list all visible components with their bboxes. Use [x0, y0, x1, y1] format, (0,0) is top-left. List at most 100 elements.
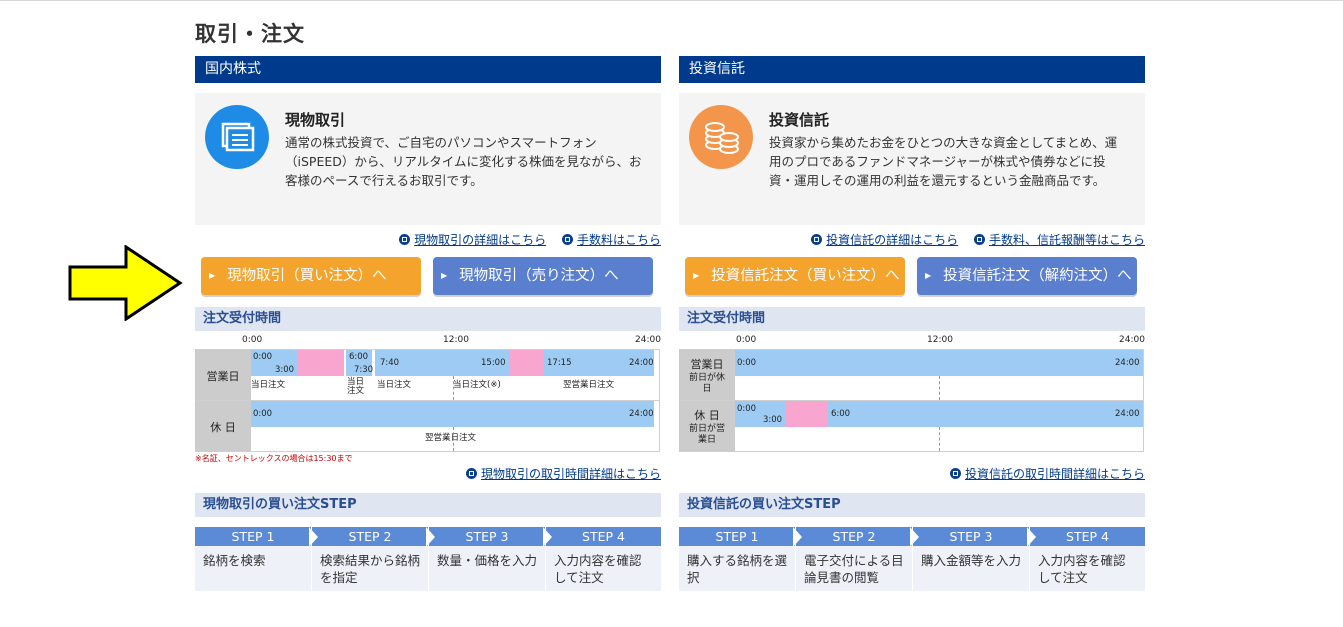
- step-item: STEP 3 数量・価格を入力: [429, 527, 545, 591]
- time-label: 0:00: [737, 358, 757, 368]
- chevron-right-icon: [426, 527, 435, 547]
- fund-fee-link[interactable]: 手数料、信託報酬等はこちら: [973, 233, 1145, 247]
- step-text: 購入する銘柄を選択: [687, 553, 788, 585]
- time-label: 24:00: [629, 358, 654, 368]
- window-icon: [973, 234, 985, 245]
- time-track: 0:00 3:00 6:00 24:00: [735, 401, 1143, 451]
- order-note: 翌営業日注文: [425, 433, 477, 443]
- step-tab: STEP 3: [913, 527, 1029, 546]
- triangle-icon: ▶: [925, 271, 932, 280]
- noon-guide: [453, 427, 454, 451]
- order-window-bar: [251, 401, 654, 427]
- step-tab: STEP 4: [546, 527, 661, 546]
- time-track: 0:00 24:00: [735, 350, 1143, 400]
- hour-axis: 0:00 12:00 24:00: [195, 335, 661, 347]
- fund-detail-link[interactable]: 投資信託の詳細はこちら: [811, 233, 958, 247]
- link-label: 手数料、信託報酬等はこちら: [988, 233, 1145, 247]
- time-label: 24:00: [1115, 358, 1140, 368]
- window-icon: [465, 468, 477, 479]
- time-label: 24:00: [1115, 409, 1140, 419]
- time-label: 0:00: [253, 352, 273, 362]
- stock-sell-button[interactable]: ▶ 現物取引（売り注文）へ: [433, 257, 653, 295]
- info-box: 現物取引 通常の株式投資で、ご自宅のパソコンやスマートフォン（iSPEED）から…: [195, 93, 661, 225]
- order-window-bar: [735, 350, 1143, 376]
- fund-buy-button[interactable]: ▶ 投資信託注文（買い注文）へ: [685, 257, 905, 295]
- step-header: 現物取引の買い注文STEP: [195, 493, 661, 517]
- step-item: STEP 3 購入金額等を入力: [913, 527, 1029, 591]
- row-label: 休 日 前日が営業日: [679, 401, 735, 451]
- hour-label: 24:00: [635, 335, 661, 345]
- triangle-icon: ▶: [441, 271, 448, 280]
- step-tab: STEP 2: [312, 527, 428, 546]
- link-label: 現物取引の詳細はこちら: [414, 233, 547, 247]
- triangle-icon: ▶: [693, 271, 700, 280]
- links-row: 投資信託の詳細はこちら 手数料、信託報酬等はこちら: [679, 231, 1145, 251]
- fund-schedule-link[interactable]: 投資信託の取引時間詳細はこちら: [949, 465, 1145, 482]
- step-item: STEP 2 検索結果から銘柄を指定: [312, 527, 428, 591]
- row-label-text: 休 日: [210, 421, 236, 434]
- investment-trust-column: 投資信託 投資信託 投資家から集めたお金をひとつの大きな資金としてまとめ、運用の…: [679, 56, 1145, 591]
- order-note: 当日注文: [251, 380, 286, 390]
- closed-window-bar: [785, 401, 827, 427]
- stock-schedule-link[interactable]: 現物取引の取引時間詳細はこちら: [465, 465, 661, 482]
- time-label: 6:00: [831, 409, 851, 419]
- time-label: 3:00: [763, 415, 783, 425]
- order-window-bar: [827, 401, 1143, 427]
- window-icon: [949, 468, 961, 479]
- button-label: 現物取引（買い注文）へ: [227, 268, 387, 284]
- noon-guide: [939, 376, 940, 400]
- hour-label: 0:00: [736, 335, 757, 345]
- step-tab: STEP 4: [1030, 527, 1145, 546]
- section-header: 投資信託: [679, 56, 1145, 83]
- step-tab: STEP 3: [429, 527, 545, 546]
- info-box: 投資信託 投資家から集めたお金をひとつの大きな資金としてまとめ、運用のプロである…: [679, 93, 1145, 225]
- holiday-row: 休 日 前日が営業日 0:00 3:00 6:00 24:00: [679, 400, 1144, 452]
- step-text: 電子交付による目論見書の閲覧: [804, 553, 904, 585]
- chevron-right-icon: [1027, 527, 1036, 547]
- window-icon: [561, 234, 573, 245]
- row-label-text: 営業日: [206, 370, 240, 383]
- step-list: STEP 1 購入する銘柄を選択 STEP 2 電子交付による目論見書の閲覧 STE…: [679, 527, 1145, 591]
- holiday-row: 休 日 0:00 24:00 翌営業日注文: [195, 400, 660, 452]
- row-label-text: 休 日: [694, 409, 720, 422]
- button-row: ▶ 現物取引（買い注文）へ ▶ 現物取引（売り注文）へ: [195, 257, 661, 297]
- info-title: 現物取引: [285, 111, 346, 129]
- top-divider: [0, 0, 1343, 1]
- stock-buy-button[interactable]: ▶ 現物取引（買い注文）へ: [201, 257, 421, 295]
- step-item: STEP 4 入力内容を確認して注文: [1030, 527, 1145, 591]
- order-note: 翌営業日注文: [563, 380, 615, 390]
- window-icon: [399, 234, 411, 245]
- order-note: 当日注文: [347, 377, 365, 396]
- time-label: 3:00: [275, 365, 295, 375]
- yellow-arrow-icon: [68, 244, 184, 325]
- button-label: 投資信託注文（買い注文）へ: [711, 268, 900, 284]
- step-text: 検索結果から銘柄を指定: [320, 553, 421, 585]
- row-label: 休 日: [195, 401, 251, 451]
- time-label: 0:00: [737, 404, 757, 414]
- button-row: ▶ 投資信託注文（買い注文）へ ▶ 投資信託注文（解約注文）へ: [679, 257, 1145, 297]
- order-note: 当日注文(※): [453, 380, 501, 390]
- fund-timeline: 0:00 12:00 24:00 営業日 前日が休日 0:00 24:00 休 …: [679, 331, 1145, 461]
- info-title: 投資信託: [769, 111, 830, 129]
- link-label: 手数料はこちら: [576, 233, 661, 247]
- time-track: 0:00 3:00 6:00 7:30 7:40 15:00 17:15 24:…: [251, 350, 659, 400]
- step-tab: STEP 1: [679, 527, 795, 546]
- time-label: 7:30: [354, 365, 374, 375]
- chevron-right-icon: [793, 527, 802, 547]
- schedule-header: 注文受付時間: [195, 307, 661, 331]
- hour-axis: 0:00 12:00 24:00: [679, 335, 1145, 347]
- hour-label: 12:00: [443, 335, 469, 345]
- time-track: 0:00 24:00 翌営業日注文: [251, 401, 659, 451]
- chevron-right-icon: [910, 527, 919, 547]
- domestic-stock-column: 国内株式 現物取引 通常の株式投資で、ご自宅のパソコンやスマートフォン（iSPE…: [195, 56, 661, 591]
- row-sub-label: 前日が営業日: [688, 424, 725, 445]
- stock-detail-link[interactable]: 現物取引の詳細はこちら: [399, 233, 546, 247]
- row-sub-label: 前日が休日: [689, 373, 726, 394]
- fee-link[interactable]: 手数料はこちら: [561, 233, 661, 247]
- fund-redeem-button[interactable]: ▶ 投資信託注文（解約注文）へ: [917, 257, 1137, 295]
- time-label: 15:00: [481, 358, 506, 368]
- hour-label: 24:00: [1119, 335, 1145, 345]
- triangle-icon: ▶: [209, 271, 216, 280]
- step-list: STEP 1 銘柄を検索 STEP 2 検索結果から銘柄を指定 STEP 3 数量・価…: [195, 527, 661, 591]
- noon-guide: [453, 376, 454, 400]
